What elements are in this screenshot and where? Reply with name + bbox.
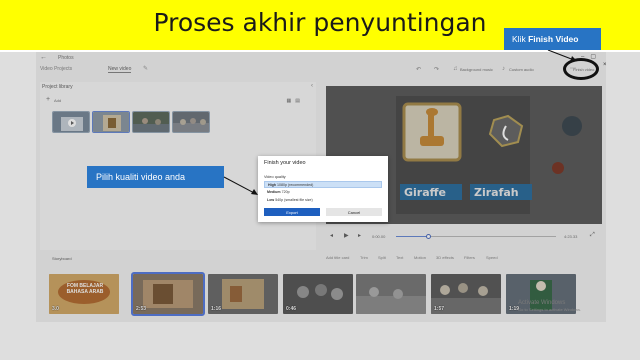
clip-image — [356, 274, 426, 314]
seek-handle[interactable] — [426, 234, 431, 239]
back-arrow-icon[interactable]: ← — [40, 54, 47, 61]
thumbnail-image — [93, 112, 129, 132]
library-thumbnail[interactable] — [132, 111, 170, 133]
add-media-button[interactable]: + Add — [46, 96, 62, 103]
clip-duration: 3.0 — [52, 306, 59, 312]
view-toggle-icons[interactable]: ▦▤ — [287, 98, 304, 104]
option-detail: 720p — [281, 190, 290, 194]
library-title: Project library — [42, 84, 73, 90]
storyboard-clip[interactable]: 1:16 — [208, 274, 278, 314]
3d-effects-button[interactable]: 3D effects — [436, 255, 454, 260]
time-current: 0:00.00 — [372, 234, 386, 239]
seek-bar[interactable] — [396, 234, 556, 239]
time-total: 4:23.33 — [564, 234, 578, 239]
library-thumbnail[interactable] — [52, 111, 90, 133]
redo-icon[interactable]: ↷ — [434, 66, 439, 73]
play-icon[interactable]: ▶ — [344, 232, 349, 239]
storyboard-clip[interactable]: 1:57 — [431, 274, 501, 314]
thumbnail-image — [133, 112, 169, 132]
callout-prefix: Klik — [512, 34, 529, 44]
breadcrumb-video-projects[interactable]: Video Projects — [40, 66, 72, 72]
forward-icon[interactable]: ▸ — [358, 232, 361, 239]
split-button[interactable]: Split — [378, 255, 386, 260]
library-thumbnail[interactable] — [172, 111, 210, 133]
storyboard-clip[interactable] — [356, 274, 426, 314]
background-music-button[interactable]: Background music — [460, 67, 493, 72]
filters-button[interactable]: Filters — [464, 255, 475, 260]
screen: Proses akhir penyuntingan ← Photos –▢ Vi… — [0, 0, 640, 360]
preview-text-giraffe: Giraffe — [404, 186, 447, 199]
add-label: Add — [54, 98, 62, 103]
finish-video-dialog: Finish your video Video quality High 108… — [258, 156, 388, 222]
callout-choose-quality: Pilih kualiti video anda — [87, 166, 224, 188]
plus-icon: + — [46, 96, 51, 103]
collapse-icon[interactable]: ‹ — [311, 83, 313, 89]
option-detail: 540p (smallest file size) — [275, 198, 313, 202]
video-quality-label: Video quality — [264, 175, 286, 179]
close-icon[interactable]: × — [603, 62, 607, 68]
quality-option-medium[interactable]: Medium 720p — [264, 189, 382, 196]
playback-controls: ◂ ▶ ▸ 0:00.00 4:23.33 ⤢ — [326, 230, 602, 244]
cancel-button[interactable]: Cancel — [326, 208, 382, 216]
storyboard-clip[interactable]: 2:53 — [131, 272, 205, 316]
option-detail: 1080p (recommended) — [276, 183, 314, 187]
storyboard-clip[interactable]: FOM BELAJAR BAHASA ARAB 3.0 — [49, 274, 119, 314]
library-thumbnail[interactable] — [92, 111, 130, 133]
callout-bold: Finish Video — [528, 34, 579, 44]
option-name: Low — [267, 198, 275, 202]
title-bar: ← Photos –▢ — [36, 52, 606, 64]
seek-progress — [396, 236, 428, 237]
trim-button[interactable]: Trim — [360, 255, 368, 260]
storyboard-title: Storyboard — [52, 256, 72, 261]
clip-duration: 1:57 — [434, 306, 445, 312]
option-name: Medium — [267, 190, 281, 194]
activate-windows-hint: Go to Settings to activate Windows. — [518, 307, 582, 312]
music-icon: ♫ — [453, 66, 458, 72]
clip-duration: 1:16 — [211, 306, 222, 312]
highlight-circle — [563, 58, 599, 80]
motion-button[interactable]: Motion — [414, 255, 426, 260]
undo-icon[interactable]: ↶ — [416, 66, 421, 73]
storyboard-clip[interactable]: 0:46 — [283, 274, 353, 314]
activate-windows-watermark: Activate Windows — [518, 300, 566, 306]
audio-icon: ♪ — [502, 66, 505, 72]
clip-duration: 0:46 — [286, 306, 297, 312]
text-button[interactable]: Text — [396, 255, 403, 260]
dialog-title: Finish your video — [264, 160, 306, 166]
breadcrumb-new-video[interactable]: New video — [108, 66, 132, 73]
speed-button[interactable]: Speed — [486, 255, 498, 260]
callout-click-finish: Klik Finish Video — [504, 28, 601, 50]
clip-duration: 2:53 — [136, 306, 147, 312]
thumbnail-image — [173, 112, 209, 132]
preview-text-zirafah: Zirafah — [474, 186, 519, 199]
quality-option-low[interactable]: Low 540p (smallest file size) — [264, 197, 382, 204]
thumbnail-image — [53, 112, 89, 132]
add-title-card-button[interactable]: Add title card — [326, 255, 349, 260]
quality-option-high[interactable]: High 1080p (recommended) — [264, 181, 382, 188]
rewind-icon[interactable]: ◂ — [330, 232, 333, 239]
clip-title-text: FOM BELAJAR BAHASA ARAB — [66, 283, 104, 295]
app-title: Photos — [58, 55, 74, 61]
fullscreen-icon[interactable]: ⤢ — [590, 232, 595, 239]
option-name: High — [268, 183, 276, 187]
export-button[interactable]: Export — [264, 208, 320, 216]
custom-audio-button[interactable]: Custom audio — [509, 67, 534, 72]
pencil-icon[interactable]: ✎ — [143, 65, 148, 72]
